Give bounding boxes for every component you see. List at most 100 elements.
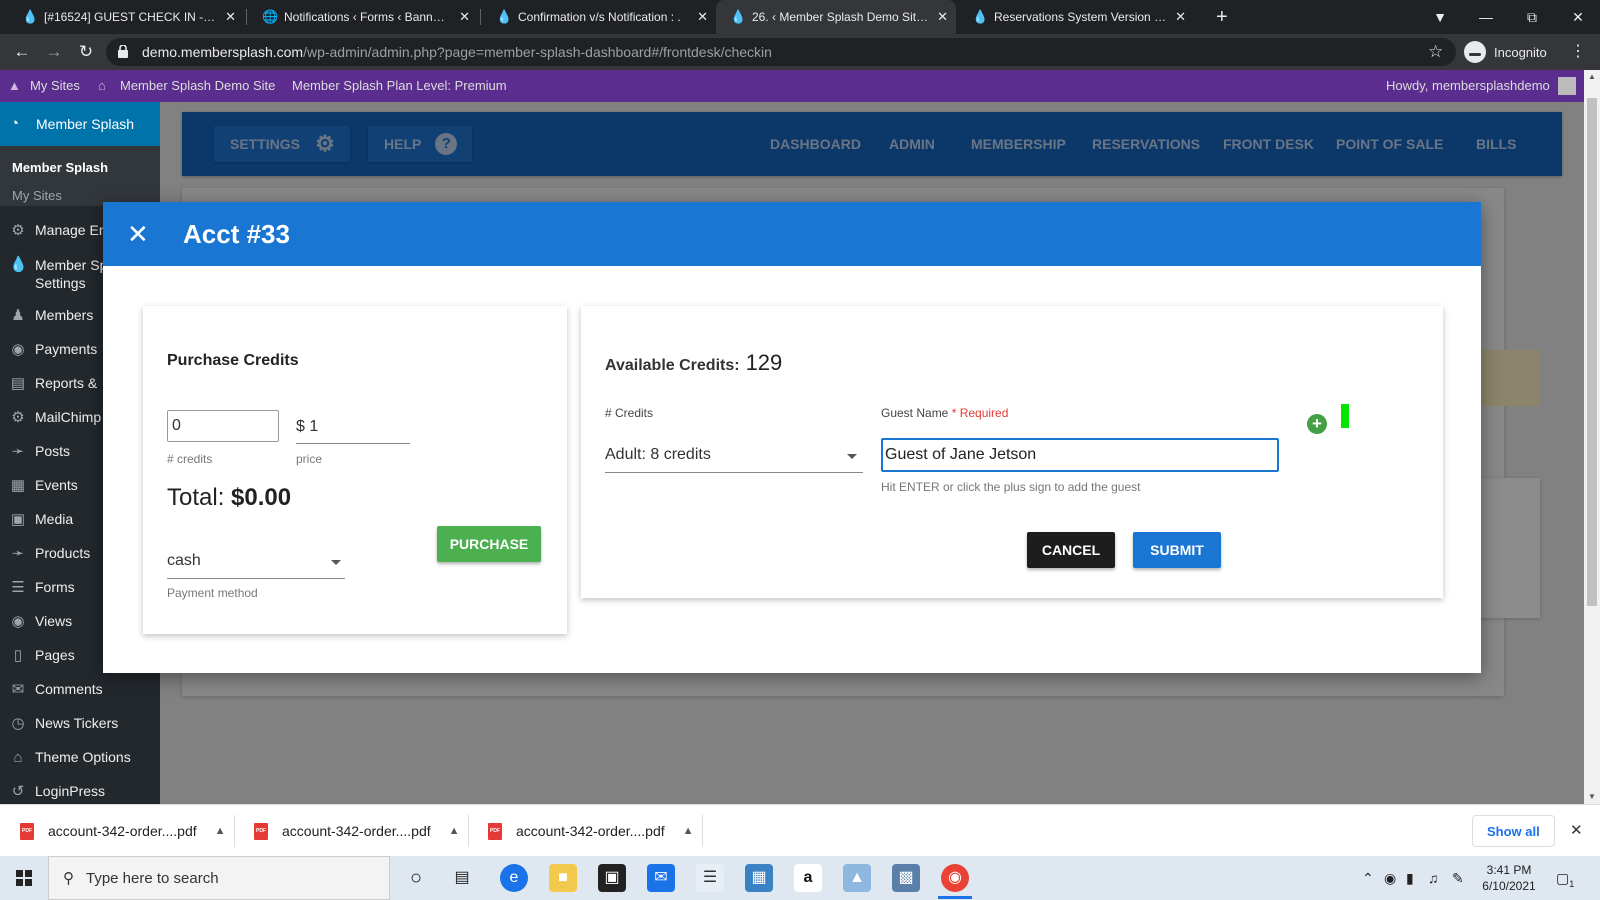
edge-icon[interactable]: e <box>500 864 528 892</box>
close-icon[interactable]: ✕ <box>459 9 470 25</box>
battery-icon[interactable]: ▮ <box>1406 856 1414 900</box>
amazon-icon[interactable]: a <box>794 864 822 892</box>
total-display: Total: $0.00 <box>167 484 291 512</box>
tab-separator <box>246 9 247 25</box>
purchase-button[interactable]: PURCHASE <box>437 526 541 562</box>
credits-select-label: # Credits <box>605 406 654 420</box>
forward-icon[interactable]: → <box>42 34 66 70</box>
reload-icon[interactable]: ↻ <box>74 34 98 70</box>
browser-tab[interactable]: 🌐 Notifications ‹ Forms ‹ Bannockb ✕ <box>248 0 478 34</box>
available-credits-value: 129 <box>745 350 783 375</box>
credits-input-label: # credits <box>167 452 213 466</box>
close-icon[interactable]: ✕ <box>937 9 948 25</box>
minimize-icon[interactable]: — <box>1474 0 1498 34</box>
volume-icon[interactable]: ♫ <box>1428 856 1439 900</box>
incognito-indicator[interactable]: Incognito <box>1464 40 1547 64</box>
browser-menu-icon[interactable]: ⋮ <box>1570 34 1586 70</box>
submenu-my-sites[interactable]: My Sites <box>12 188 62 203</box>
file-explorer-icon[interactable]: ■ <box>549 864 577 892</box>
download-item[interactable]: PDF account-342-order....pdf ▲ <box>20 805 226 857</box>
browser-tab[interactable]: 💧 Confirmation v/s Notification : . ✕ <box>482 0 716 34</box>
submenu-member-splash[interactable]: Member Splash <box>12 160 108 175</box>
pin-icon: ➛ <box>11 545 25 562</box>
meet-now-icon[interactable]: ◉ <box>1384 856 1396 900</box>
chevron-up-icon[interactable]: ▲ <box>215 825 226 837</box>
sidebar-item-news-tickers[interactable]: ◷ News Tickers <box>0 715 160 733</box>
site-name-link[interactable]: ⌂ Member Splash Demo Site <box>98 70 275 102</box>
my-sites-link[interactable]: ▲ My Sites <box>8 70 80 102</box>
notepad-icon[interactable]: ☰ <box>696 864 724 892</box>
scroll-up-icon[interactable]: ▲ <box>1584 70 1600 84</box>
close-icon[interactable]: ✕ <box>127 202 149 266</box>
pdf-icon: PDF <box>254 822 268 840</box>
download-item[interactable]: PDF account-342-order....pdf ▲ <box>488 805 694 857</box>
download-item[interactable]: PDF account-342-order....pdf ▲ <box>254 805 460 857</box>
restore-icon[interactable]: ⧉ <box>1520 0 1544 34</box>
back-icon[interactable]: ← <box>10 34 34 70</box>
chevron-down-icon[interactable] <box>847 454 857 459</box>
chevron-up-icon[interactable]: ▲ <box>449 825 460 837</box>
members-icon: ♟ <box>11 307 25 324</box>
close-icon[interactable]: ✕ <box>225 9 236 25</box>
credits-quantity-input[interactable] <box>167 410 279 442</box>
tab-title: Confirmation v/s Notification : . <box>518 10 681 24</box>
url-omnibox[interactable]: demo.membersplash.com/wp-admin/admin.php… <box>106 38 1456 66</box>
payment-method-select[interactable]: cash <box>167 552 201 570</box>
url-text: demo.membersplash.com/wp-admin/admin.php… <box>142 44 772 60</box>
browser-tab[interactable]: 💧 [#16524] GUEST CHECK IN - ATT ✕ <box>8 0 244 34</box>
incognito-icon <box>1464 41 1486 63</box>
credits-type-select[interactable]: Adult: 8 credits <box>605 446 711 464</box>
calculator-icon[interactable]: ▦ <box>745 864 773 892</box>
submit-button[interactable]: SUBMIT <box>1133 532 1221 568</box>
page-scrollbar[interactable]: ▲ ▼ <box>1584 70 1600 804</box>
forms-icon: ☰ <box>11 579 25 596</box>
photos-icon[interactable]: ▩ <box>892 864 920 892</box>
total-value: $0.00 <box>231 484 292 511</box>
browser-tab-active[interactable]: 💧 26. ‹ Member Splash Demo Site - ✕ <box>716 0 956 34</box>
howdy-account-menu[interactable]: Howdy, membersplashdemo <box>1386 70 1576 102</box>
chevron-up-icon[interactable]: ▲ <box>683 825 694 837</box>
gear-icon: ⚙ <box>11 409 25 426</box>
guest-name-input[interactable] <box>881 438 1279 472</box>
taskbar-search-box[interactable]: ⚲ Type here to search <box>48 856 390 900</box>
windows-start-icon[interactable] <box>16 870 32 886</box>
sidebar-item-theme-options[interactable]: ⌂ Theme Options <box>0 749 160 767</box>
credits-select-underline <box>605 472 863 473</box>
notifications-icon[interactable]: ▢1 <box>1556 856 1574 900</box>
scroll-down-icon[interactable]: ▼ <box>1584 790 1600 804</box>
show-all-downloads-button[interactable]: Show all <box>1472 815 1555 847</box>
cancel-button[interactable]: CANCEL <box>1027 532 1115 568</box>
chevron-up-icon[interactable]: ⌃ <box>1362 856 1374 900</box>
bookmark-star-icon[interactable]: ☆ <box>1428 34 1443 70</box>
chevron-down-icon[interactable] <box>331 560 341 565</box>
plan-level-link[interactable]: Member Splash Plan Level: Premium <box>292 70 507 102</box>
price-input[interactable]: $ 1 <box>296 418 318 436</box>
sidebar-item-loginpress[interactable]: ↺ LoginPress <box>0 783 160 801</box>
new-tab-button[interactable]: + <box>1216 0 1228 34</box>
guest-checkin-card: Available Credits: 129 # Credits Adult: 8… <box>581 306 1443 598</box>
mail-icon[interactable]: ✉ <box>647 864 675 892</box>
scroll-thumb[interactable] <box>1587 98 1597 606</box>
purchase-credits-title: Purchase Credits <box>167 352 299 369</box>
add-guest-plus-icon[interactable]: + <box>1307 414 1327 434</box>
close-window-icon[interactable]: ✕ <box>1566 0 1590 34</box>
pin-icon: ➛ <box>11 443 25 460</box>
views-icon: ◉ <box>11 613 25 630</box>
task-view-icon[interactable]: ▤ <box>448 864 476 892</box>
sidebar-item-member-splash-active[interactable]: ◔ Member Splash <box>0 102 160 146</box>
taskbar-clock[interactable]: 3:41 PM 6/10/2021 <box>1474 862 1544 894</box>
app-icon[interactable]: ▲ <box>843 864 871 892</box>
ticker-icon: ◷ <box>11 715 25 732</box>
close-icon[interactable]: ✕ <box>697 9 708 25</box>
tab-title: Notifications ‹ Forms ‹ Bannockb <box>284 10 452 24</box>
price-underline <box>296 443 410 444</box>
store-icon[interactable]: ▣ <box>598 864 626 892</box>
close-icon[interactable]: ✕ <box>1570 805 1583 857</box>
chrome-icon[interactable]: ◉ <box>941 864 969 892</box>
tab-search-icon[interactable]: ▼ <box>1428 0 1452 34</box>
browser-tab[interactable]: 💧 Reservations System Version 2 : . ✕ <box>958 0 1194 34</box>
pen-icon[interactable]: ✎ <box>1452 856 1464 900</box>
cortana-icon[interactable]: ○ <box>402 864 430 892</box>
close-icon[interactable]: ✕ <box>1175 9 1186 25</box>
sidebar-item-comments[interactable]: ✉ Comments <box>0 681 160 699</box>
